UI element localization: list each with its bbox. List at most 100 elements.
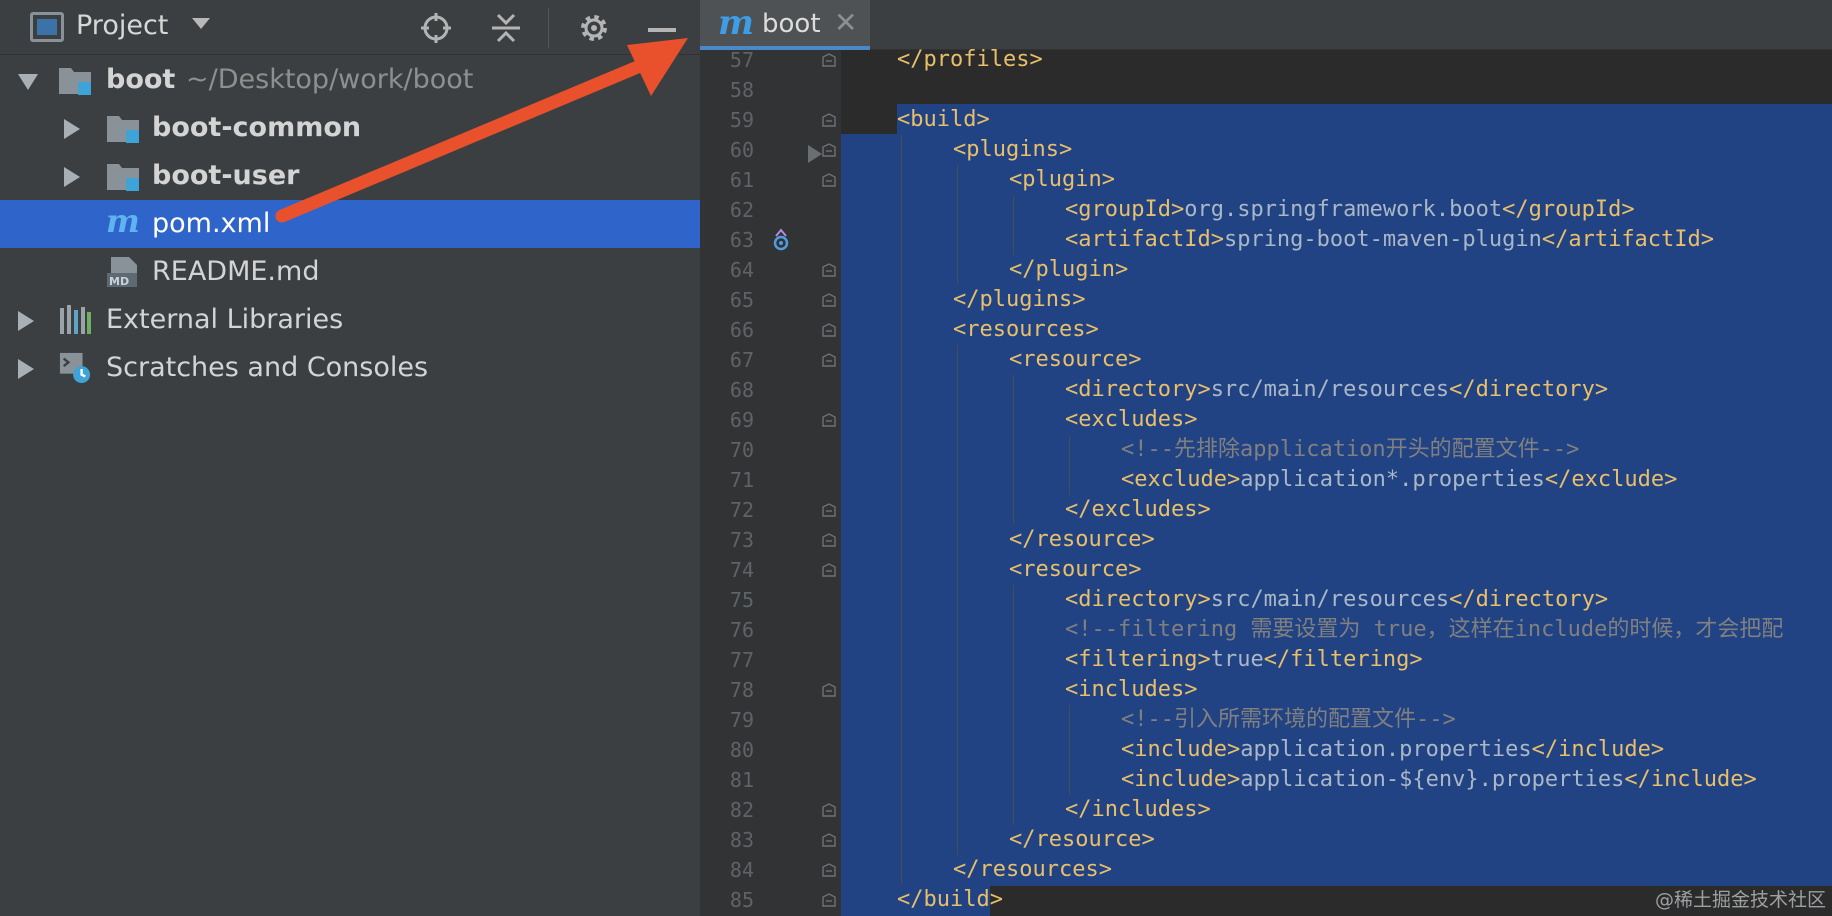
locate-file-icon[interactable] [418,10,454,46]
code-line: <build> [700,105,1832,135]
project-header: Project [0,0,700,55]
indent-guide [1069,435,1070,465]
watermark: @稀土掘金技术社区 [1654,889,1826,911]
code-line: <includes> [700,675,1832,705]
xml-tag: </plugins> [953,287,1086,312]
indent-guide [957,795,958,825]
xml-tag: <filtering> [1065,647,1211,672]
tree-item-pom-xml[interactable]: m pom.xml [0,200,700,248]
indent-guide [901,765,902,795]
gear-icon[interactable] [576,10,612,46]
code-line: </resource> [700,525,1832,555]
indent-guide [901,435,902,465]
indent-guide [901,645,902,675]
header-separator [548,8,549,48]
code-line: <resource> [700,555,1832,585]
indent-guide [957,195,958,225]
tree-item-readme[interactable]: MD README.md [0,248,700,296]
editor-pane: m boot ✕ 57 </profiles> 58 59 <build> 60 <plug… [700,0,1832,916]
indent-guide [957,765,958,795]
code-line: <exclude>application*.properties</exclud… [700,465,1832,495]
code-comment: <!--filtering 需要设置为 true，这样在include的时候，才… [1065,617,1784,642]
xml-tag: </include> [1531,737,1665,762]
indent-guide [957,495,958,525]
tree-item-boot-common[interactable]: boot-common [0,104,700,152]
hide-panel-icon[interactable] [644,10,680,46]
collapse-all-icon[interactable] [488,10,524,46]
indent-guide [901,615,902,645]
xml-tag: </resource> [1009,827,1155,852]
xml-tag: </directory> [1449,587,1609,612]
xml-tag: <plugin> [1009,167,1115,192]
indent-guide [957,555,958,585]
indent-guide [957,615,958,645]
indent-guide [901,375,902,405]
code-line: <resources> [700,315,1832,345]
xml-text: application-${env}.properties [1240,767,1625,792]
code-line: <!--先排除application开头的配置文件--> [700,435,1832,465]
indent-guide [1013,675,1014,705]
indent-guide [1013,615,1014,645]
xml-tag: </build> [897,887,1003,912]
tree-item-label: boot-user [152,160,300,191]
code-line: </excludes> [700,495,1832,525]
indent-guide [901,405,902,435]
svg-text:MD: MD [109,275,129,288]
xml-tag: <directory> [1065,377,1211,402]
code-line: <!--filtering 需要设置为 true，这样在include的时候，才… [700,615,1832,645]
code-line: <!--引入所需环境的配置文件--> [700,705,1832,735]
xml-text: application.properties [1240,737,1532,762]
expand-arrow-icon[interactable] [64,167,80,187]
tree-item-boot[interactable]: boot ~/Desktop/work/boot [0,56,700,104]
indent-guide [957,525,958,555]
indent-guide [901,225,902,255]
indent-guide [901,345,902,375]
xml-tag: </directory> [1449,377,1609,402]
expand-arrow-icon[interactable] [64,119,80,139]
indent-guide [901,465,902,495]
expand-arrow-icon[interactable] [18,359,34,379]
xml-text: src/main/resources [1210,587,1450,612]
indent-guide [957,435,958,465]
xml-tag: <excludes> [1065,407,1198,432]
indent-guide [901,675,902,705]
indent-guide [1013,795,1014,825]
chevron-down-icon[interactable] [192,18,210,29]
project-view-selector[interactable]: Project [76,10,168,41]
code-line: <directory>src/main/resources</directory… [700,585,1832,615]
indent-guide [957,585,958,615]
code-line: <plugin> [700,165,1832,195]
code-line: </plugin> [700,255,1832,285]
tree-item-label: pom.xml [152,208,271,239]
tree-item-label: External Libraries [106,304,344,335]
xml-tag: <artifactId> [1065,227,1224,252]
indent-guide [957,705,958,735]
xml-tag: </resource> [1009,527,1155,552]
indent-guide [957,255,958,285]
xml-tag: <resource> [1009,347,1142,372]
xml-tag: </include> [1624,767,1757,792]
code-comment: <!--引入所需环境的配置文件--> [1121,707,1456,732]
xml-text: spring-boot-maven-plugin [1223,227,1542,252]
xml-tag: <groupId> [1065,197,1185,222]
indent-guide [1013,705,1014,735]
tree-item-external-libraries[interactable]: External Libraries [0,296,700,344]
xml-tag: </profiles> [897,47,1043,72]
tree-item-boot-user[interactable]: boot-user [0,152,700,200]
indent-guide [901,705,902,735]
indent-guide [1013,195,1014,225]
expand-arrow-icon[interactable] [18,311,34,331]
indent-guide [957,645,958,675]
indent-guide [1013,375,1014,405]
code-line: </profiles> [700,45,1832,75]
tree-item-label: boot [106,64,176,95]
xml-tag: </filtering> [1263,647,1423,672]
indent-guide [901,135,902,165]
indent-guide [1013,435,1014,465]
xml-tag: <resource> [1009,557,1142,582]
indent-guide [1013,225,1014,255]
indent-guide [901,315,902,345]
tree-item-scratches[interactable]: Scratches and Consoles [0,344,700,392]
indent-guide [1013,585,1014,615]
expand-arrow-icon[interactable] [18,74,38,90]
